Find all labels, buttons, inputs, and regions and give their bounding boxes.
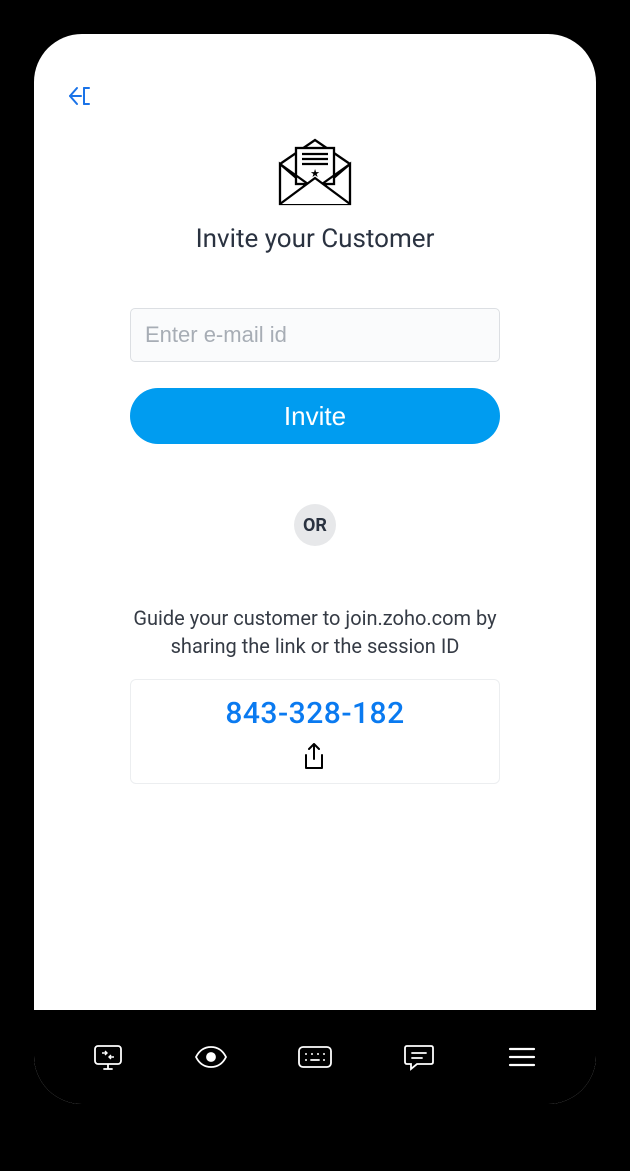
email-field[interactable]	[130, 308, 500, 362]
screen: ★ Invite your Customer Invite OR Guide y…	[34, 34, 596, 1104]
menu-icon	[508, 1046, 536, 1068]
session-id-value: 843-328-182	[225, 696, 404, 731]
nav-view[interactable]	[189, 1035, 233, 1079]
guide-instructions: Guide your customer to join.zoho.com by …	[115, 604, 515, 661]
keyboard-icon	[297, 1045, 333, 1069]
page-title: Invite your Customer	[196, 224, 435, 254]
nav-menu[interactable]	[500, 1035, 544, 1079]
share-icon[interactable]	[301, 743, 329, 771]
nav-keyboard[interactable]	[293, 1035, 337, 1079]
invite-button[interactable]: Invite	[130, 388, 500, 444]
eye-icon	[194, 1046, 228, 1068]
chat-icon	[403, 1042, 435, 1072]
screen-swap-icon	[92, 1042, 124, 1072]
or-separator: OR	[294, 504, 336, 546]
back-arrow-icon	[67, 83, 93, 109]
session-id-card[interactable]: 843-328-182	[130, 679, 500, 784]
nav-chat[interactable]	[397, 1035, 441, 1079]
envelope-letter-icon: ★	[272, 136, 358, 208]
phone-frame: ★ Invite your Customer Invite OR Guide y…	[20, 20, 610, 1118]
back-button[interactable]	[64, 80, 96, 112]
nav-screen-swap[interactable]	[86, 1035, 130, 1079]
bottom-nav	[34, 1010, 596, 1104]
